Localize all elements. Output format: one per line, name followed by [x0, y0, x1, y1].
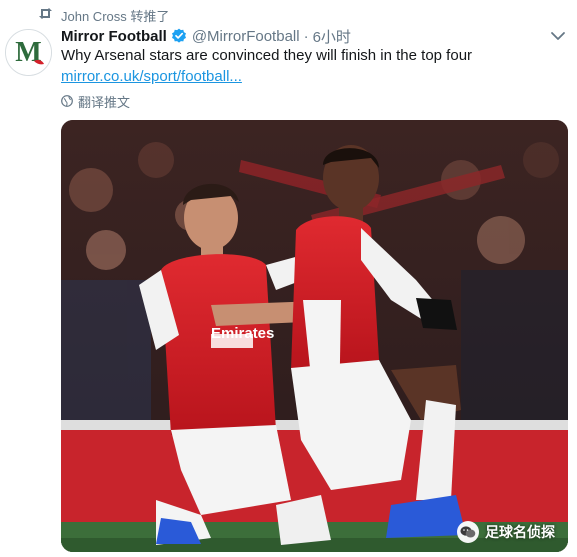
- translate-label: 翻译推文: [78, 94, 131, 110]
- verified-badge-icon: [171, 28, 186, 43]
- retweet-context[interactable]: John Cross 转推了: [38, 6, 169, 24]
- chevron-down-icon[interactable]: [550, 30, 566, 42]
- tweet-link[interactable]: mirror.co.uk/sport/football...: [61, 68, 242, 85]
- watermark: 足球名侦探: [457, 521, 555, 543]
- watermark-label: 足球名侦探: [485, 524, 555, 540]
- retweet-label: John Cross 转推了: [61, 8, 170, 24]
- tweet-photo[interactable]: Emirates: [61, 120, 568, 552]
- shirt-sponsor: Emirates: [211, 325, 275, 342]
- tweet-text: Why Arsenal stars are convinced they wil…: [61, 47, 473, 64]
- translate-tweet[interactable]: 翻译推文: [61, 92, 130, 110]
- avatar[interactable]: M: [5, 29, 52, 76]
- wechat-icon: [457, 521, 479, 543]
- separator-dot: ·: [303, 27, 309, 45]
- tweet-header: Mirror Football @MirrorFootball · 6小时: [61, 26, 351, 46]
- globe-icon: [61, 95, 73, 107]
- tweet-time[interactable]: 6小时: [313, 26, 351, 47]
- retweet-icon: [38, 7, 53, 23]
- author-handle[interactable]: @MirrorFootball: [192, 28, 300, 45]
- author-name[interactable]: Mirror Football: [61, 28, 167, 45]
